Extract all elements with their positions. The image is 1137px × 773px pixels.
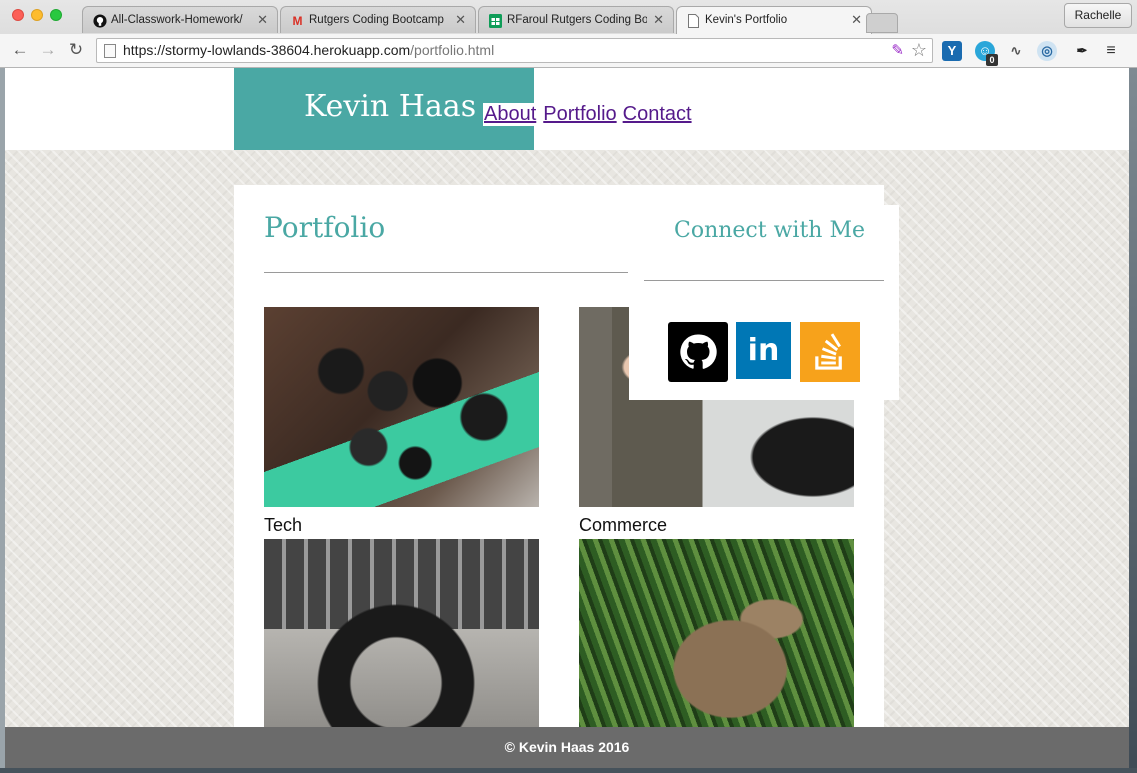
globe-icon[interactable]: ◎ [1037,41,1057,61]
window-edge [0,768,1137,773]
tab-title: Rutgers Coding Bootcamp [309,14,444,26]
tab-strip: All-Classwork-Homework/ ✕ M Rutgers Codi… [82,6,902,34]
nav-link-portfolio[interactable]: Portfolio [543,103,616,126]
github-icon [92,13,107,28]
tab-title: Kevin's Portfolio [705,14,788,26]
address-bar[interactable]: https://stormy-lowlands-38604.herokuapp.… [96,38,933,63]
page-title: Portfolio [264,211,386,244]
tab-close-icon[interactable]: ✕ [653,12,664,28]
tab-close-icon[interactable]: ✕ [257,12,268,28]
tab-close-icon[interactable]: ✕ [851,12,862,28]
connect-panel: Connect with Me in [629,205,899,400]
url-path: /portfolio.html [410,42,495,58]
minimize-window-button[interactable] [31,9,43,21]
tab-gmail[interactable]: M Rutgers Coding Bootcamp ✕ [280,6,476,33]
gmail-icon: M [292,13,303,28]
portfolio-label: Commerce [579,515,668,535]
browser-chrome: All-Classwork-Homework/ ✕ M Rutgers Codi… [0,0,1137,68]
extension-badge: 0 [986,54,998,66]
site-header: Kevin Haas About Portfolio Contact [5,68,1129,150]
browser-toolbar: ← → ↻ https://stormy-lowlands-38604.hero… [0,34,1137,67]
forward-arrow-icon[interactable]: → [38,40,58,60]
nav-link-contact[interactable]: Contact [623,103,692,126]
tab-portfolio[interactable]: Kevin's Portfolio ✕ [676,6,872,34]
connect-title: Connect with Me [674,218,866,243]
linkedin-icon[interactable]: in [736,322,791,379]
new-tab-button[interactable] [866,13,898,33]
portfolio-image-deer[interactable] [579,539,854,727]
back-arrow-icon[interactable]: ← [10,40,30,60]
close-window-button[interactable] [12,9,24,21]
nav-link-about[interactable]: About [483,103,538,126]
page-icon [104,44,116,58]
pulse-icon[interactable]: ∿ [1006,41,1026,61]
reload-icon[interactable]: ↻ [66,40,86,60]
eyedropper-icon[interactable]: ✒ [1072,41,1092,61]
divider [264,272,628,273]
site-footer: © Kevin Haas 2016 [5,727,1129,768]
window-edge [1129,68,1137,773]
tab-title: RFaroul Rutgers Coding Bo [507,14,647,26]
tab-sheets[interactable]: RFaroul Rutgers Coding Bo ✕ [478,6,674,33]
sheets-icon [488,13,503,28]
stackoverflow-icon[interactable] [800,322,860,382]
tab-github[interactable]: All-Classwork-Homework/ ✕ [82,6,278,33]
site-nav: About Portfolio Contact [483,103,692,126]
page-icon [686,13,701,28]
portfolio-label: Tech [264,515,303,535]
portfolio-image-tech[interactable] [264,307,539,507]
profile-button[interactable]: Rachelle [1064,3,1132,28]
feather-icon[interactable]: ✎ [891,41,904,59]
divider [644,280,884,281]
portfolio-image-headphones[interactable] [264,539,539,727]
extension-icon[interactable]: Y [942,41,962,61]
url-host: https://stormy-lowlands-38604.herokuapp.… [123,42,411,58]
zoom-window-button[interactable] [50,9,62,21]
github-icon[interactable] [668,322,728,382]
tab-title: All-Classwork-Homework/ [111,14,243,26]
menu-icon[interactable]: ≡ [1101,41,1121,61]
tab-close-icon[interactable]: ✕ [455,12,466,28]
window-controls [12,9,62,21]
bookmark-star-icon[interactable]: ☆ [911,40,927,61]
web-page: Kevin Haas About Portfolio Contact Portf… [5,68,1129,727]
